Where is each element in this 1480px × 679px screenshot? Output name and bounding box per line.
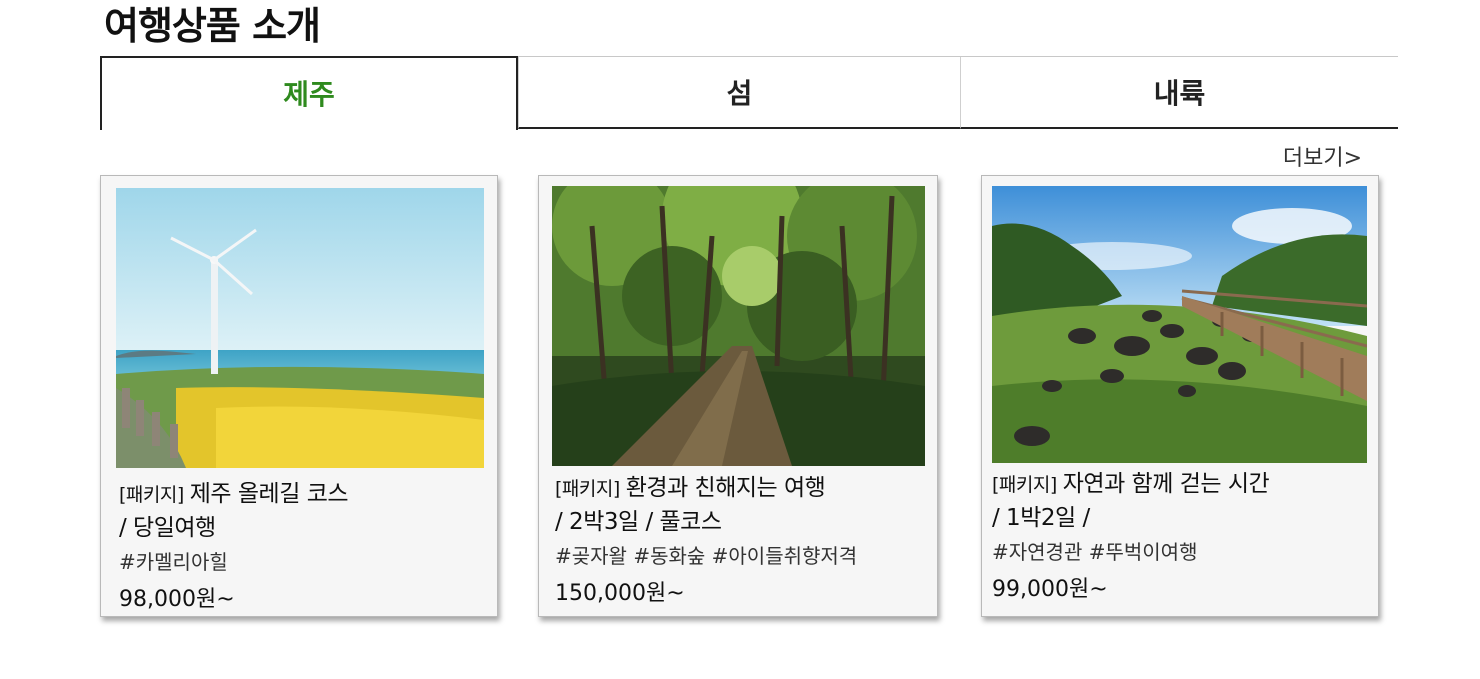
product-title: [패키지] 환경과 친해지는 여행 bbox=[555, 472, 929, 506]
product-info: [패키지] 환경과 친해지는 여행 / 2박3일 / 풀코스 #곶자왈 #동화숲 … bbox=[555, 472, 929, 609]
product-hashtags: #카멜리아힐 bbox=[119, 550, 228, 574]
product-info: [패키지] 자연과 함께 걷는 시간 / 1박2일 / #자연경관 #뚜벅이여행 … bbox=[992, 468, 1370, 605]
tab-jeju[interactable]: 제주 bbox=[100, 56, 518, 130]
product-info: [패키지] 제주 올레길 코스 / 당일여행 #카멜리아힐 98,000원~ bbox=[119, 478, 489, 615]
product-title-line2: / 2박3일 / 풀코스 bbox=[555, 509, 722, 535]
product-title-line2: / 당일여행 bbox=[119, 515, 216, 541]
product-image-forest-path[interactable] bbox=[552, 186, 925, 466]
section-title: 여행상품 소개 bbox=[104, 4, 321, 48]
product-price: 150,000원~ bbox=[555, 581, 685, 606]
product-card[interactable]: [패키지] 자연과 함께 걷는 시간 / 1박2일 / #자연경관 #뚜벅이여행 … bbox=[981, 175, 1379, 617]
product-card[interactable]: [패키지] 환경과 친해지는 여행 / 2박3일 / 풀코스 #곶자왈 #동화숲 … bbox=[538, 175, 938, 617]
tab-bar: 제주 섬 내륙 bbox=[100, 56, 1398, 130]
product-title: [패키지] 자연과 함께 걷는 시간 bbox=[992, 468, 1370, 502]
product-hashtags: #곶자왈 #동화숲 #아이들취향저격 bbox=[555, 544, 858, 568]
product-image-wind-turbine[interactable] bbox=[116, 188, 484, 468]
tab-island[interactable]: 섬 bbox=[518, 56, 960, 129]
product-card[interactable]: [패키지] 제주 올레길 코스 / 당일여행 #카멜리아힐 98,000원~ bbox=[100, 175, 498, 617]
product-hashtags: #자연경관 #뚜벅이여행 bbox=[992, 540, 1198, 564]
product-title-line1: 제주 올레길 코스 bbox=[189, 481, 349, 507]
product-title: [패키지] 제주 올레길 코스 bbox=[119, 478, 489, 512]
more-link[interactable]: 더보기> bbox=[1283, 140, 1362, 172]
product-title-line2: / 1박2일 / bbox=[992, 505, 1090, 531]
product-title-line1: 환경과 친해지는 여행 bbox=[625, 475, 826, 501]
tab-inland[interactable]: 내륙 bbox=[960, 56, 1398, 129]
product-image-rocky-meadow[interactable] bbox=[992, 186, 1367, 463]
package-tag: [패키지] bbox=[555, 478, 620, 500]
product-price: 99,000원~ bbox=[992, 577, 1108, 602]
product-title-line1: 자연과 함께 걷는 시간 bbox=[1062, 471, 1270, 497]
package-tag: [패키지] bbox=[119, 484, 184, 506]
product-price: 98,000원~ bbox=[119, 587, 235, 612]
package-tag: [패키지] bbox=[992, 474, 1057, 496]
